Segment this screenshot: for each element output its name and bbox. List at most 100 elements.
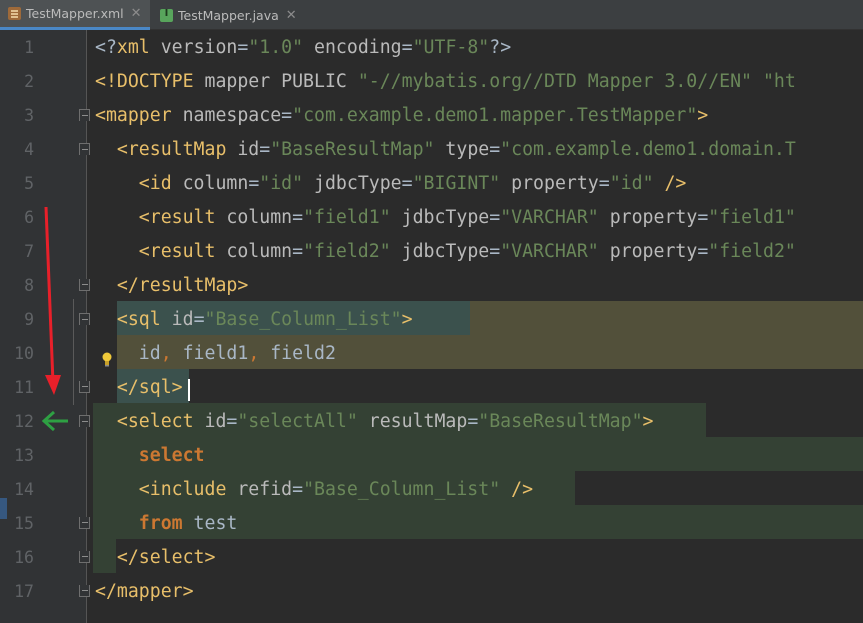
code-token: , (160, 343, 172, 364)
code-token: = (598, 173, 610, 194)
code-token: column (182, 173, 249, 194)
code-token: "com.example.demo1.mapper.TestMapper" (292, 105, 698, 126)
code-token: "BIGINT" (412, 173, 501, 194)
code-token: = (697, 241, 709, 262)
code-token: "UTF-8" (412, 37, 490, 58)
code-line: from test (95, 507, 238, 541)
code-token: = (401, 37, 413, 58)
code-token: = (489, 241, 501, 262)
code-token: jdbcType (303, 173, 402, 194)
code-token: = (489, 139, 501, 160)
code-token: = (292, 207, 304, 228)
code-token: = (467, 411, 479, 432)
code-token: /> (500, 479, 534, 500)
fold-marker[interactable] (79, 143, 90, 155)
code-token: jdbcType (390, 241, 490, 262)
code-token: <result (95, 241, 227, 262)
tab-testmapper-xml[interactable]: TestMapper.xml ✕ (0, 0, 150, 30)
fold-marker[interactable] (79, 415, 90, 427)
line-number: 15 (14, 514, 34, 533)
fold-minus-glyph (82, 284, 88, 285)
code-token: = (237, 37, 249, 58)
code-token: resultMap (357, 411, 468, 432)
code-editor[interactable]: <?xml version="1.0" encoding="UTF-8"?> <!… (88, 30, 863, 623)
fold-marker[interactable] (79, 313, 90, 325)
line-number: 8 (24, 276, 34, 295)
text-cursor (188, 379, 190, 401)
code-token: <? (95, 37, 117, 58)
code-token: <sql (95, 309, 172, 330)
code-token: "ht (752, 71, 796, 92)
code-line: </select> (95, 541, 216, 575)
line-number: 4 (24, 140, 34, 159)
fold-minus-glyph (82, 556, 88, 557)
code-token: field2 (259, 343, 336, 364)
code-token: version (160, 37, 238, 58)
line-number: 7 (24, 242, 34, 261)
code-line: <!DOCTYPE mapper PUBLIC "-//mybatis.org/… (95, 65, 796, 99)
code-token: "field2" (708, 241, 796, 262)
code-token: </mapper> (95, 581, 194, 602)
fold-minus-glyph (82, 421, 88, 422)
tab-label: TestMapper.java (178, 7, 279, 23)
fold-minus-glyph (82, 386, 88, 387)
fold-marker[interactable] (79, 109, 90, 121)
fold-marker[interactable] (79, 381, 90, 393)
code-token: "Base_Column_List" (303, 479, 501, 500)
code-token: = (292, 241, 304, 262)
fold-minus-glyph (82, 319, 88, 320)
line-number: 6 (24, 208, 34, 227)
code-token: select (95, 445, 205, 466)
code-token: </resultMap> (95, 275, 249, 296)
code-line: </sql> (95, 371, 183, 405)
line-number: 16 (14, 548, 34, 567)
code-token: = (489, 207, 501, 228)
code-line: </mapper> (95, 575, 194, 609)
code-token: > (642, 411, 654, 432)
code-token: > (401, 309, 413, 330)
code-line: <resultMap id="BaseResultMap" type="com.… (95, 133, 796, 167)
code-token: <!DOCTYPE (95, 71, 205, 92)
line-number: 12 (14, 412, 34, 431)
code-token: xml (116, 37, 161, 58)
code-token: <mapper (95, 105, 183, 126)
fold-marker[interactable] (79, 551, 90, 563)
code-token: "id" (609, 173, 654, 194)
line-number: 9 (24, 310, 34, 329)
code-token: column (226, 241, 293, 262)
code-line: <sql id="Base_Column_List"> (95, 303, 413, 337)
code-token: = (248, 173, 260, 194)
code-token: > (697, 105, 709, 126)
code-token: "id" (259, 173, 304, 194)
code-line: <select id="selectAll" resultMap="BaseRe… (95, 405, 654, 439)
fold-minus-glyph (82, 590, 88, 591)
fold-minus-glyph (82, 149, 88, 150)
code-token: "VARCHAR" (500, 207, 599, 228)
code-token: "BaseResultMap" (478, 411, 643, 432)
code-line: id, field1, field2 (95, 337, 336, 371)
fold-marker[interactable] (79, 517, 90, 529)
lightbulb-icon[interactable] (101, 351, 113, 367)
select-highlight-line13 (93, 437, 863, 471)
fold-minus-glyph (82, 115, 88, 116)
code-token: refid (237, 479, 293, 500)
code-token: "com.example.demo1.domain.T (500, 139, 796, 160)
code-token: "selectAll" (237, 411, 358, 432)
red-down-arrow-icon (44, 206, 61, 395)
code-token: = (259, 139, 271, 160)
fold-marker[interactable] (79, 279, 90, 291)
line-number: 1 (24, 38, 34, 57)
close-icon[interactable]: ✕ (131, 6, 142, 21)
editor-tab-bar: TestMapper.xml ✕ TestMapper.java ✕ (0, 0, 863, 30)
close-icon[interactable]: ✕ (286, 8, 297, 23)
fold-marker[interactable] (79, 585, 90, 597)
tab-label: TestMapper.xml (26, 6, 124, 21)
code-line: <result column="field2" jdbcType="VARCHA… (95, 235, 796, 269)
code-line: select (95, 439, 205, 473)
code-token: "field1" (303, 207, 391, 228)
green-left-arrow-icon (41, 410, 68, 432)
code-token: <result (95, 207, 227, 228)
line-number: 13 (14, 446, 34, 465)
code-token: id (237, 139, 260, 160)
tab-testmapper-java[interactable]: TestMapper.java ✕ (152, 0, 302, 30)
